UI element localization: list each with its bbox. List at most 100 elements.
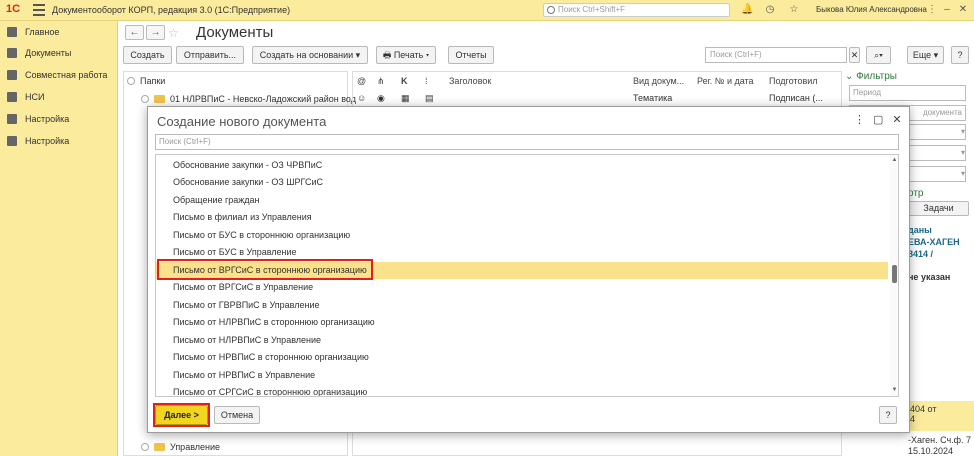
- close-icon[interactable]: ✕: [892, 114, 902, 126]
- folder-icon: [154, 95, 165, 103]
- dialog-search-input[interactable]: Поиск (Ctrl+F): [155, 134, 899, 150]
- maximize-icon[interactable]: ▢: [873, 114, 883, 126]
- sidebar-item-label: Настройка: [25, 136, 70, 146]
- list-item[interactable]: Письмо от НРВПиС в Управление: [156, 367, 888, 384]
- cell-prepared: Подписан (...: [769, 93, 823, 103]
- search-icon[interactable]: ⌕▾: [866, 46, 891, 64]
- sidebar-item-label: Совместная работа: [25, 70, 108, 80]
- highlight-frame: [157, 259, 373, 280]
- sidebar-item-settings[interactable]: Настройка: [5, 110, 115, 128]
- sidebar-item-collaboration[interactable]: Совместная работа: [5, 66, 115, 84]
- sidebar-item-label: Настройка: [25, 114, 70, 124]
- sidebar-item-settings-2[interactable]: Настройка: [5, 132, 115, 150]
- help-button[interactable]: ?: [879, 406, 897, 424]
- list-item[interactable]: Письмо от ГВРВПиС в Управление: [156, 297, 888, 314]
- folders-header: Папки: [127, 72, 165, 90]
- partial-text: 8414 /: [908, 249, 934, 259]
- partial-text: ЕВА-ХАГЕН: [908, 237, 960, 247]
- expand-icon[interactable]: [141, 95, 149, 103]
- sidebar-item-label: Главное: [25, 27, 60, 37]
- scroll-thumb[interactable]: [892, 265, 897, 283]
- user-name[interactable]: Быкова Юлия Александровна: [816, 5, 927, 14]
- tasks-tab[interactable]: Задачи: [908, 201, 969, 216]
- help-button[interactable]: ?: [951, 46, 969, 64]
- list-item[interactable]: Письмо от НЛРВПиС в Управление: [156, 332, 888, 349]
- k-column-icon: K: [401, 76, 408, 86]
- people-icon: [7, 70, 17, 80]
- sidebar-item-main[interactable]: Главное: [5, 23, 115, 41]
- folder-icon: [154, 443, 165, 451]
- bell-icon[interactable]: 🔔: [741, 4, 753, 16]
- global-search-input[interactable]: Поиск Ctrl+Shift+F: [543, 3, 730, 17]
- cancel-button[interactable]: Отмена: [214, 406, 260, 424]
- page-title: Документы: [196, 24, 274, 41]
- list-item[interactable]: Письмо от НРВПиС в стороннюю организацию: [156, 349, 888, 366]
- back-button[interactable]: ←: [125, 25, 144, 40]
- more-button[interactable]: Еще ▾: [907, 46, 944, 64]
- attachment-icon: @: [357, 76, 367, 86]
- clear-search-icon[interactable]: ✕: [849, 47, 860, 63]
- status-column-icon: ⁞: [425, 76, 428, 86]
- reports-button[interactable]: Отчеты: [448, 46, 494, 64]
- column-header-type[interactable]: Вид докум...: [633, 72, 691, 90]
- sidebar: Главное Документы Совместная работа НСИ …: [0, 21, 118, 456]
- menu-icon: [7, 27, 17, 37]
- forward-button[interactable]: →: [146, 25, 165, 40]
- expand-icon[interactable]: [141, 443, 149, 451]
- list-item[interactable]: Письмо от СРГСиС в стороннюю организацию: [156, 384, 888, 396]
- list-item[interactable]: Письмо от БУС в стороннюю организацию: [156, 227, 888, 244]
- scroll-up-icon[interactable]: ▲: [891, 157, 898, 163]
- print-button[interactable]: 🖶 Печать ▾: [376, 46, 436, 64]
- highlighted-item[interactable]: 404 от 4: [908, 401, 974, 431]
- filters-partial-text: отр: [908, 188, 924, 199]
- column-header-prepared[interactable]: Подготовил: [769, 72, 829, 90]
- list-item[interactable]: Письмо от НЛРВПиС в стороннюю организаци…: [156, 314, 888, 331]
- more-vertical-icon[interactable]: ⋮: [854, 114, 865, 126]
- create-based-on-button[interactable]: Создать на основании ▾: [252, 46, 368, 64]
- printer-icon: 🖶: [382, 50, 394, 60]
- cell-type: Тематика: [633, 93, 673, 103]
- column-header-regnum[interactable]: Рег. № и дата: [697, 72, 761, 90]
- user-icon: ☺: [357, 93, 367, 103]
- sidebar-item-documents[interactable]: Документы: [5, 44, 115, 62]
- sidebar-item-nsi[interactable]: НСИ: [5, 88, 115, 106]
- collapse-icon[interactable]: [127, 77, 135, 85]
- list-item[interactable]: Обращение граждан: [156, 192, 888, 209]
- list-scrollbar[interactable]: ▲ ▼: [890, 155, 898, 396]
- gear-icon: [7, 114, 17, 124]
- 1c-logo-icon: 1С: [6, 3, 21, 15]
- highlight-frame: [153, 403, 210, 427]
- list-item[interactable]: Обоснование закупки - ОЗ ШРГСиС: [156, 174, 888, 191]
- partial-text: 15.10.2024: [908, 446, 954, 456]
- partial-text: не указан: [908, 272, 951, 282]
- tree-folder-row[interactable]: Управление: [141, 438, 220, 456]
- list-item[interactable]: Письмо в филиал из Управления: [156, 209, 888, 226]
- create-button[interactable]: Создать: [123, 46, 172, 64]
- grid-icon: ▦: [401, 93, 410, 103]
- close-icon[interactable]: ✕: [957, 4, 969, 16]
- scroll-down-icon[interactable]: ▼: [891, 387, 898, 393]
- create-document-dialog: Создание нового документа ⋮ ▢ ✕ Поиск (C…: [147, 106, 910, 433]
- minimize-icon[interactable]: –: [941, 4, 953, 16]
- hamburger-menu-icon[interactable]: [33, 4, 45, 16]
- list-item[interactable]: Обоснование закупки - ОЗ ЧРВПиС: [156, 157, 888, 174]
- sidebar-item-label: Документы: [25, 48, 72, 58]
- column-header-title[interactable]: Заголовок: [449, 72, 619, 90]
- table-icon: ▤: [425, 93, 434, 103]
- send-button[interactable]: Отправить...: [176, 46, 244, 64]
- filters-title[interactable]: ⌄ Фильтры: [845, 71, 897, 82]
- favorite-star-icon[interactable]: ☆: [168, 26, 179, 40]
- partial-text: даны: [908, 225, 932, 235]
- star-icon[interactable]: ☆: [788, 4, 800, 16]
- title-bar: 1С Документооборот КОРП, редакция 3.0 (1…: [0, 0, 974, 21]
- more-vertical-icon[interactable]: ⋮: [926, 4, 938, 16]
- documents-icon: [7, 48, 17, 58]
- gear-icon: [7, 136, 17, 146]
- list-search-input[interactable]: Поиск (Ctrl+F): [705, 47, 847, 63]
- history-icon[interactable]: ◷: [764, 4, 776, 16]
- period-field[interactable]: Период: [849, 85, 966, 101]
- partial-text: -Хаген. Сч.ф. 7: [908, 435, 972, 445]
- hierarchy-icon: ⋔: [377, 76, 385, 86]
- chevron-down-icon: ⌄: [845, 71, 857, 82]
- list-item[interactable]: Письмо от ВРГСиС в Управление: [156, 279, 888, 296]
